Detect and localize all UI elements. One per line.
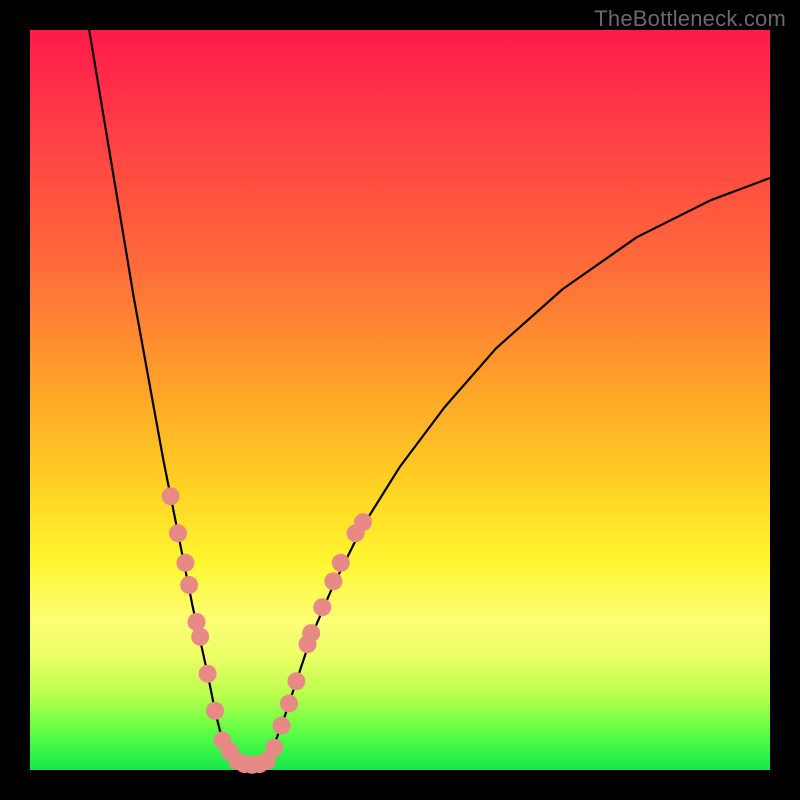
data-dot (273, 717, 291, 735)
data-dot (206, 702, 224, 720)
data-dot (180, 576, 198, 594)
data-dot (302, 624, 320, 642)
plot-area (30, 30, 770, 770)
data-dot (176, 554, 194, 572)
data-dot (313, 598, 331, 616)
data-dot (354, 513, 372, 531)
data-dot (332, 554, 350, 572)
data-dot (162, 487, 180, 505)
chart-frame: TheBottleneck.com (0, 0, 800, 800)
data-dot (169, 524, 187, 542)
data-dot (287, 672, 305, 690)
data-dot (265, 739, 283, 757)
data-dot (324, 572, 342, 590)
data-dots (162, 487, 372, 774)
data-dot (280, 694, 298, 712)
data-dot (199, 665, 217, 683)
watermark-label: TheBottleneck.com (594, 6, 786, 32)
data-dot (191, 628, 209, 646)
bottleneck-curve (89, 30, 770, 766)
curve-layer (30, 30, 770, 770)
